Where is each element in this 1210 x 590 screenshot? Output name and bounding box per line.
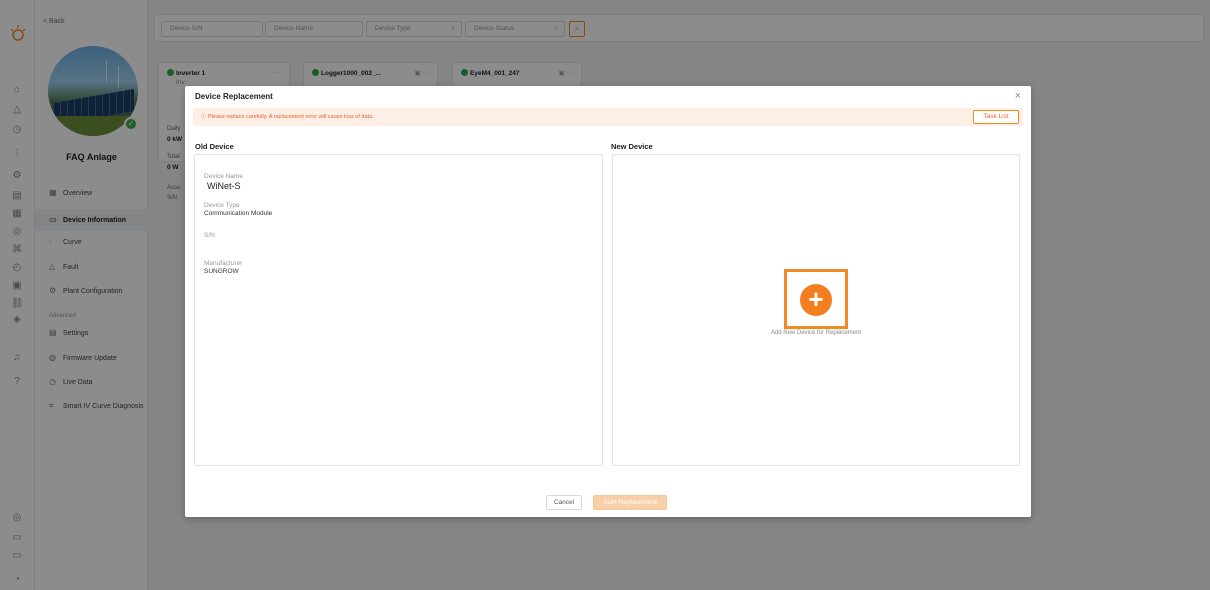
start-replacement-button[interactable]: Start Replacement [593,495,667,510]
new-device-title: New Device [611,142,653,151]
task-list-button[interactable]: Task List [973,110,1019,124]
warning-banner: ⓘ Please replace carefully. A replacemen… [193,108,1023,126]
device-replacement-dialog: Device Replacement × ⓘ Please replace ca… [185,86,1031,517]
device-type-label: Device Type [204,202,240,209]
add-device-button[interactable]: + [800,284,832,316]
cancel-button[interactable]: Cancel [546,495,582,510]
dialog-title: Device Replacement [195,92,273,101]
old-device-title: Old Device [195,142,234,151]
old-device-panel: Device Name WiNet-S Device Type Communic… [194,154,603,466]
warning-text: Please replace carefully. A replacement … [208,114,374,120]
close-icon[interactable]: × [1015,90,1021,102]
sn-label: S/N [204,232,215,239]
device-name-label: Device Name [204,173,244,180]
manufacturer-value: SUNGROW [204,268,239,275]
plus-icon: + [808,284,824,314]
manufacturer-label: Manufacturer [204,260,243,267]
device-name-value: WiNet-S [207,181,241,191]
add-device-label[interactable]: Add New Device for Replacement [613,330,1019,336]
new-device-panel: + Add New Device for Replacement [612,154,1020,466]
info-icon: ⓘ [201,114,209,120]
add-device-highlight: + [784,269,848,329]
device-type-value: Communication Module [204,210,273,217]
